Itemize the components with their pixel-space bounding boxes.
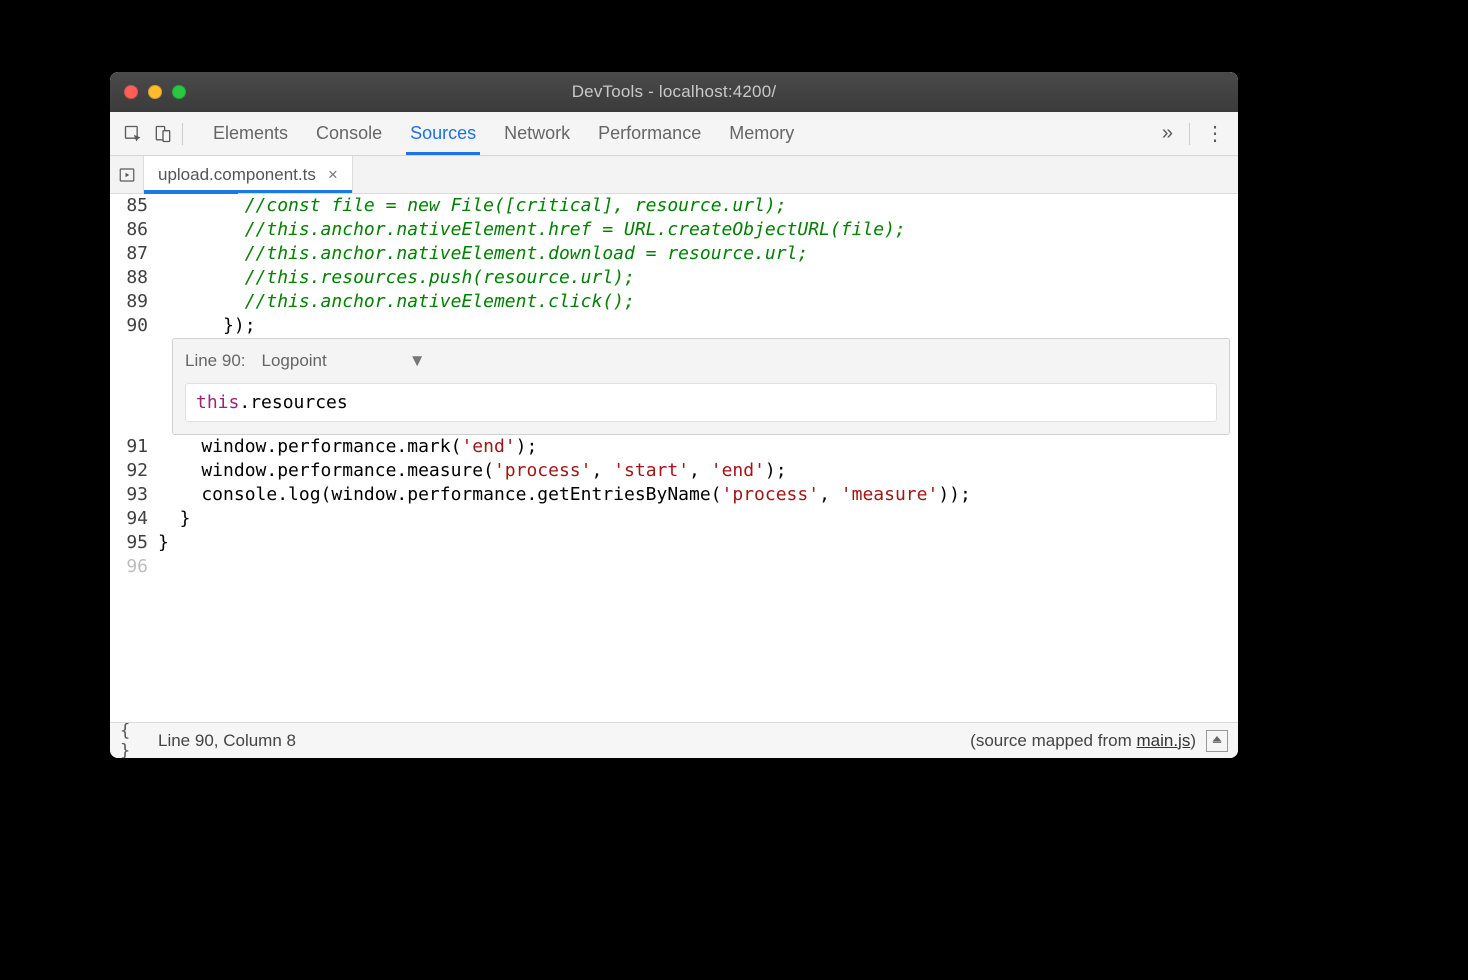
code-text: }); [158, 314, 256, 338]
devtools-settings-menu-icon[interactable]: ⋮ [1202, 121, 1228, 146]
code-line[interactable]: 94 } [110, 507, 1238, 531]
tab-console[interactable]: Console [316, 112, 382, 155]
window-title: DevTools - localhost:4200/ [110, 82, 1238, 102]
toolbar-divider [182, 123, 183, 145]
code-line[interactable]: 91 window.performance.mark('end'); [110, 435, 1238, 459]
main-toolbar: Elements Console Sources Network Performance… [110, 112, 1238, 156]
code-line[interactable]: 85 //const file = new File([critical], r… [110, 194, 1238, 218]
line-number[interactable]: 91 [110, 435, 158, 459]
traffic-lights [124, 85, 186, 99]
status-bar: { } Line 90, Column 8 (source mapped fro… [110, 722, 1238, 758]
more-panels-icon[interactable]: » [1154, 122, 1181, 145]
code-text: //const file = new File([critical], reso… [158, 194, 787, 218]
code-text: window.performance.measure('process', 's… [158, 459, 787, 483]
line-number[interactable]: 89 [110, 290, 158, 314]
close-window-button[interactable] [124, 85, 138, 99]
code-line[interactable]: 87 //this.anchor.nativeElement.download … [110, 242, 1238, 266]
line-number[interactable]: 93 [110, 483, 158, 507]
breakpoint-editor: Line 90: Logpoint ▼ this.resources [172, 338, 1230, 435]
code-line[interactable]: 95} [110, 531, 1238, 555]
code-text: //this.anchor.nativeElement.href = URL.c… [158, 218, 906, 242]
navigator-toggle-icon[interactable] [110, 156, 144, 193]
code-line[interactable]: 86 //this.anchor.nativeElement.href = UR… [110, 218, 1238, 242]
tab-sources[interactable]: Sources [410, 112, 476, 155]
panel-tabs: Elements Console Sources Network Performance… [213, 112, 794, 155]
inspect-element-icon[interactable] [120, 121, 146, 147]
line-number[interactable]: 88 [110, 266, 158, 290]
code-text: //this.anchor.nativeElement.download = r… [158, 242, 808, 266]
file-tab[interactable]: upload.component.ts × [144, 156, 353, 193]
code-line[interactable]: 90 }); [110, 314, 1238, 338]
breakpoint-type-value: Logpoint [262, 351, 327, 371]
tab-memory[interactable]: Memory [729, 112, 794, 155]
minimize-window-button[interactable] [148, 85, 162, 99]
line-number[interactable]: 87 [110, 242, 158, 266]
line-number[interactable]: 96 [110, 555, 158, 579]
zoom-window-button[interactable] [172, 85, 186, 99]
devtools-window: DevTools - localhost:4200/ Elements Conso… [110, 72, 1238, 758]
cursor-position: Line 90, Column 8 [158, 731, 296, 751]
code-text: window.performance.mark('end'); [158, 435, 537, 459]
tab-network[interactable]: Network [504, 112, 570, 155]
code-text: //this.resources.push(resource.url); [158, 266, 635, 290]
file-tab-label: upload.component.ts [158, 165, 316, 185]
source-map-link[interactable]: main.js [1136, 731, 1190, 750]
code-line[interactable]: 89 //this.anchor.nativeElement.click(); [110, 290, 1238, 314]
show-drawer-icon[interactable] [1206, 730, 1228, 752]
pretty-print-icon[interactable]: { } [120, 721, 146, 759]
chevron-down-icon: ▼ [409, 351, 426, 371]
line-number[interactable]: 94 [110, 507, 158, 531]
line-number[interactable]: 95 [110, 531, 158, 555]
breakpoint-line-label: Line 90: [185, 351, 246, 371]
line-number[interactable]: 86 [110, 218, 158, 242]
code-line[interactable]: 92 window.performance.measure('process',… [110, 459, 1238, 483]
titlebar[interactable]: DevTools - localhost:4200/ [110, 72, 1238, 112]
line-number[interactable]: 92 [110, 459, 158, 483]
open-files-bar: upload.component.ts × [110, 156, 1238, 194]
code-line[interactable]: 96 [110, 555, 1238, 579]
line-number[interactable]: 85 [110, 194, 158, 218]
code-line[interactable]: 88 //this.resources.push(resource.url); [110, 266, 1238, 290]
line-number[interactable]: 90 [110, 314, 158, 338]
code-text: console.log(window.performance.getEntrie… [158, 483, 971, 507]
toolbar-divider [1189, 123, 1190, 145]
code-text: } [158, 531, 169, 555]
close-icon[interactable]: × [328, 165, 338, 185]
tab-elements[interactable]: Elements [213, 112, 288, 155]
source-editor[interactable]: 85 //const file = new File([critical], r… [110, 194, 1238, 722]
code-text: } [158, 507, 191, 531]
device-toggle-icon[interactable] [150, 121, 176, 147]
code-text: //this.anchor.nativeElement.click(); [158, 290, 635, 314]
source-mapped-label: (source mapped from main.js) [970, 731, 1196, 751]
breakpoint-type-select[interactable]: Logpoint ▼ [258, 349, 430, 373]
logpoint-expression-input[interactable]: this.resources [185, 383, 1217, 422]
code-line[interactable]: 93 console.log(window.performance.getEnt… [110, 483, 1238, 507]
tab-performance[interactable]: Performance [598, 112, 701, 155]
